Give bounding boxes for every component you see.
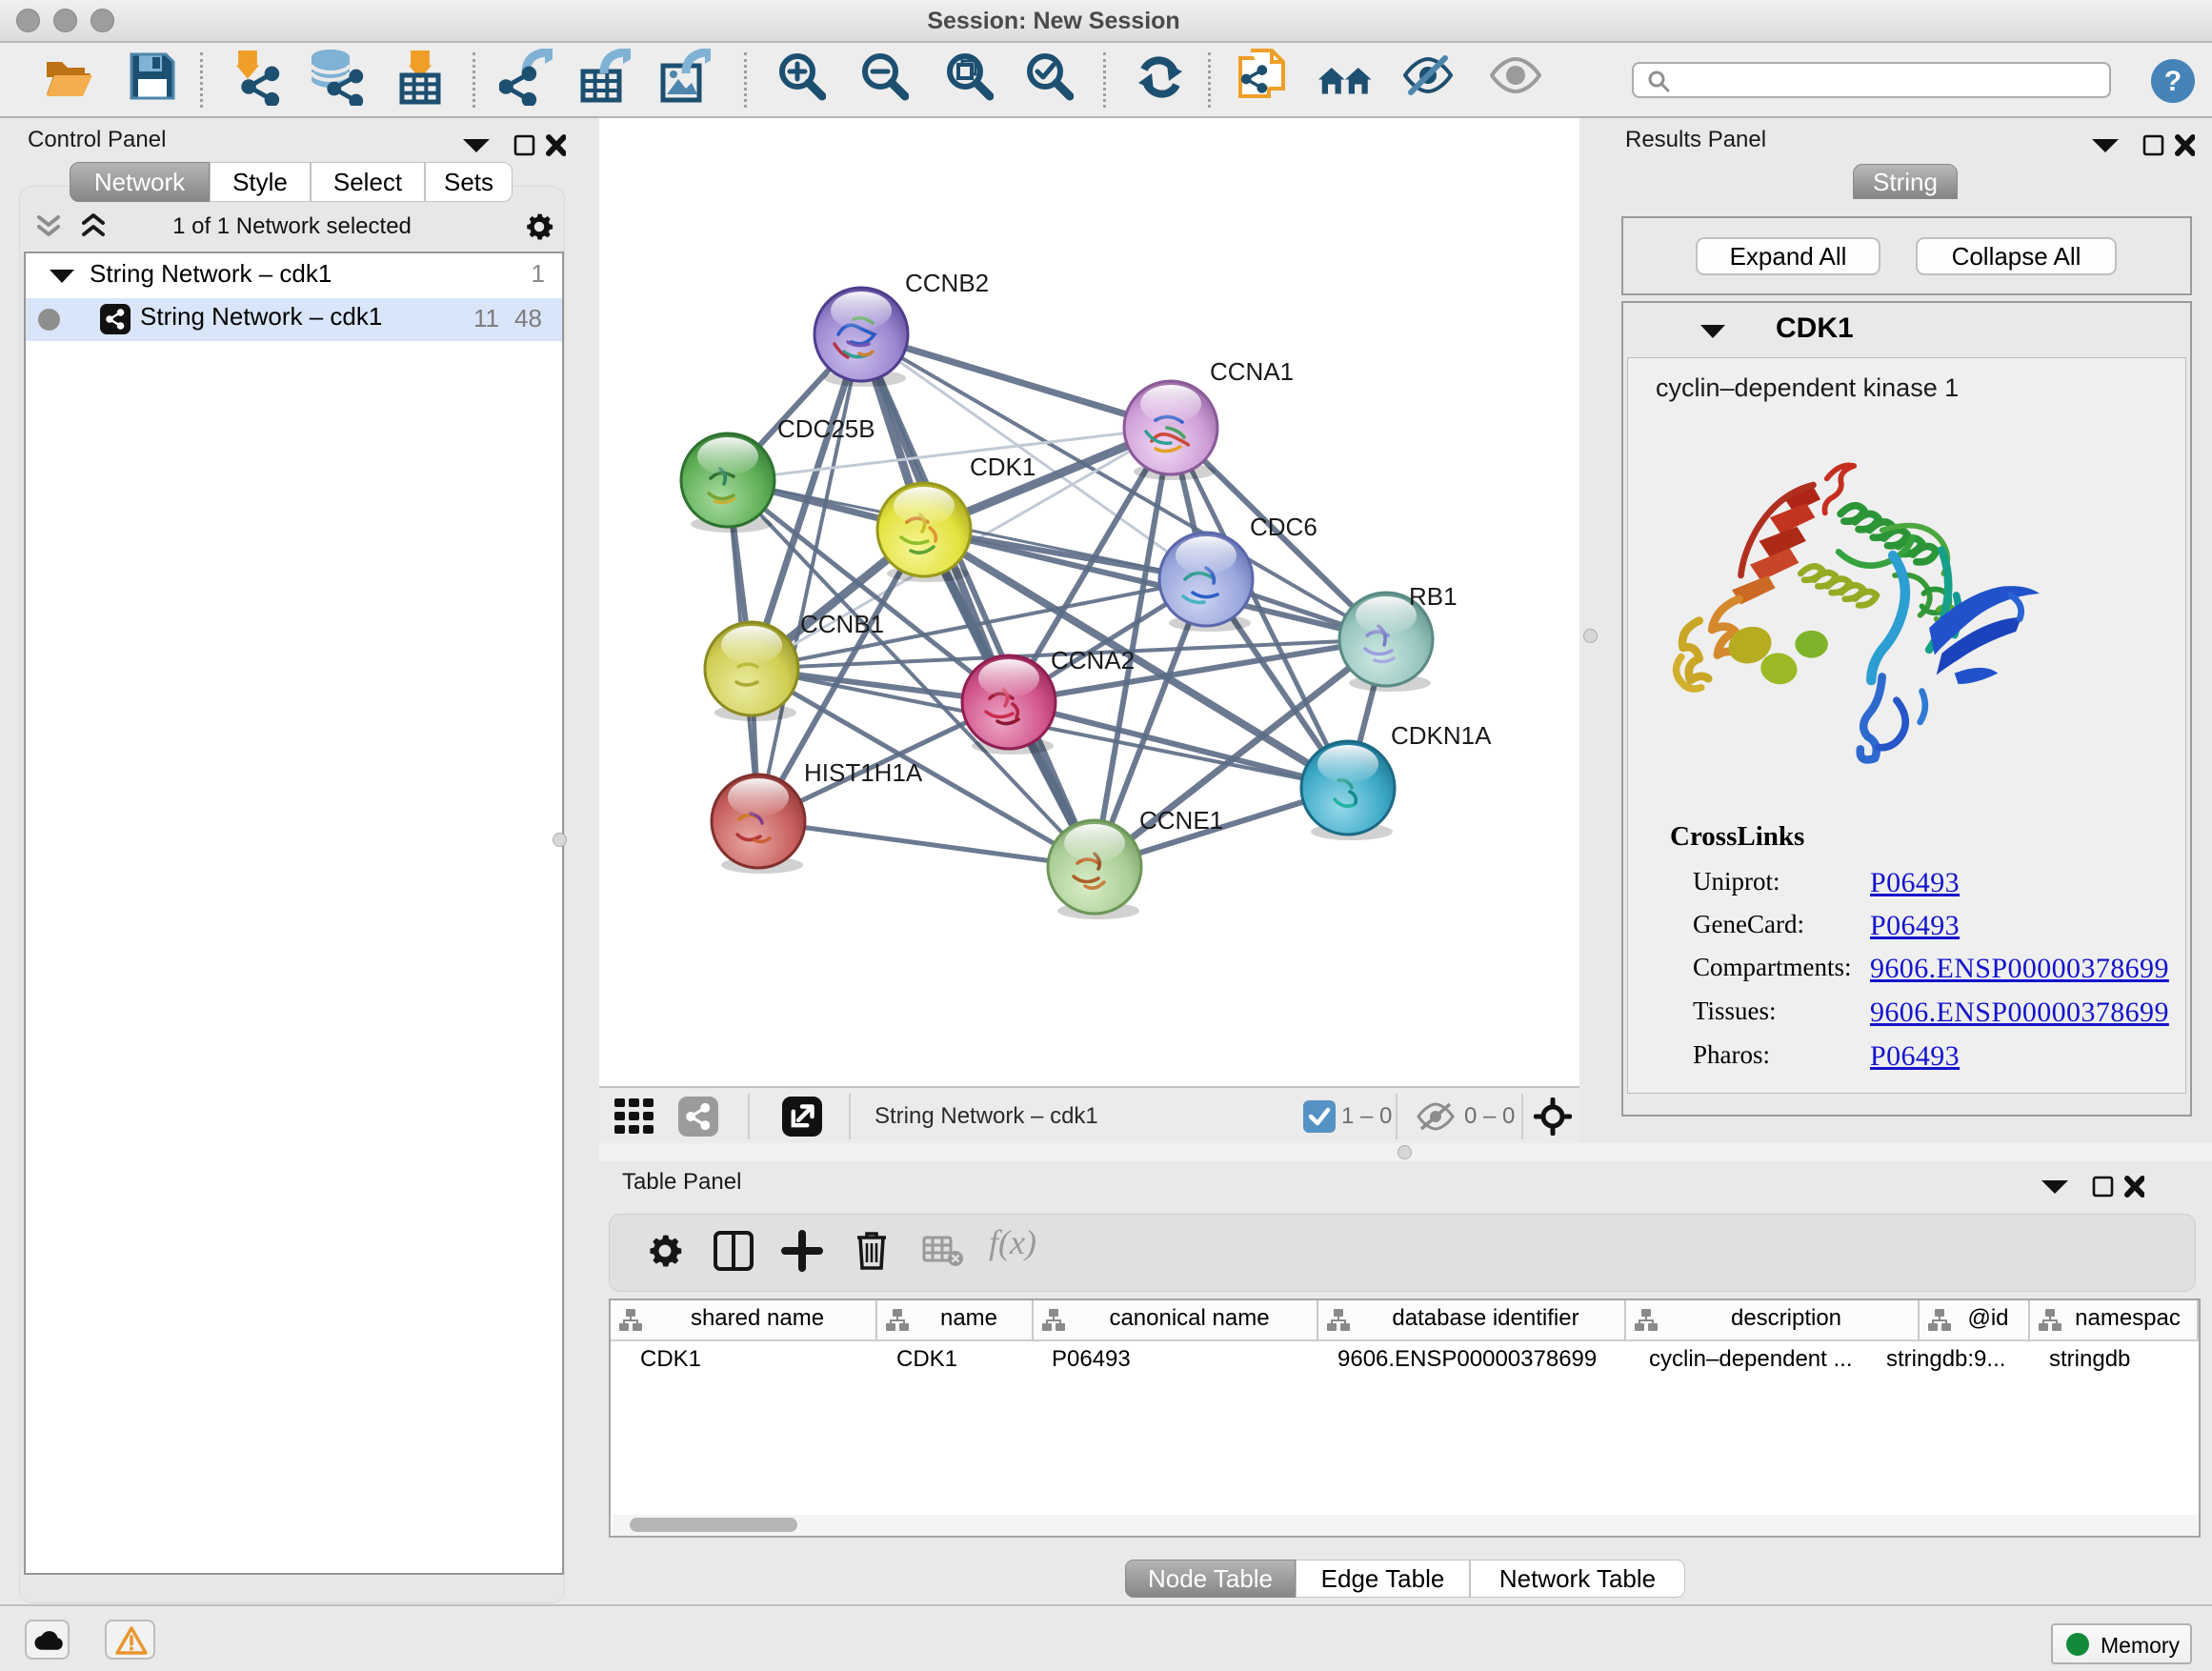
svg-text:CCNE1: CCNE1 (1139, 806, 1223, 835)
svg-text:HIST1H1A: HIST1H1A (804, 758, 923, 787)
svg-text:CDKN1A: CDKN1A (1391, 721, 1492, 750)
svg-text:CDC25B: CDC25B (777, 414, 875, 443)
svg-text:CCNA1: CCNA1 (1210, 357, 1294, 386)
svg-text:RB1: RB1 (1409, 582, 1458, 611)
svg-text:CCNA2: CCNA2 (1051, 646, 1135, 674)
svg-text:CDK1: CDK1 (970, 453, 1036, 481)
svg-text:CCNB2: CCNB2 (905, 269, 989, 297)
svg-text:CCNB1: CCNB1 (800, 610, 884, 638)
svg-text:CDC6: CDC6 (1250, 513, 1317, 541)
svg-text:?: ? (2164, 66, 2182, 97)
